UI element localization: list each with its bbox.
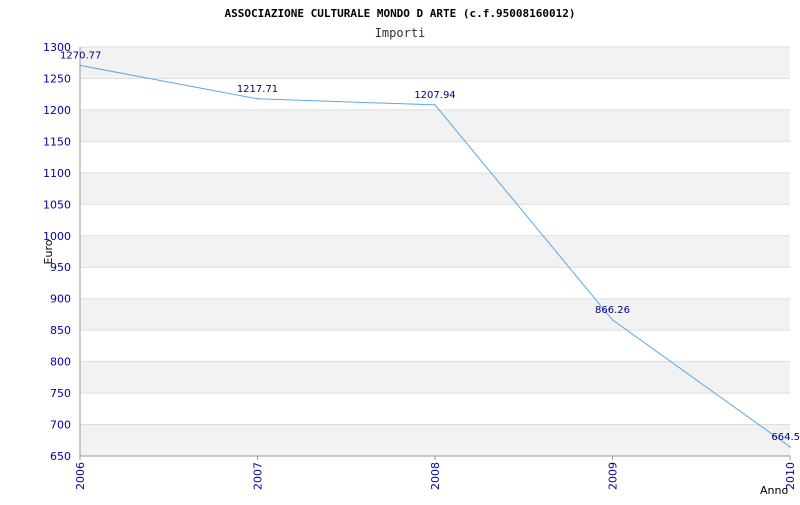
y-tick-label: 1200 <box>43 104 71 117</box>
grid-band <box>80 47 790 79</box>
data-label: 1207.94 <box>414 90 455 101</box>
y-axis-label: Euro <box>42 239 55 264</box>
grid-band <box>80 424 790 456</box>
y-tick-label: 800 <box>50 356 71 369</box>
data-label: 1270.77 <box>60 50 101 61</box>
grid-bands <box>80 47 790 456</box>
y-tick-label: 1250 <box>43 72 71 85</box>
y-tick-label: 900 <box>50 293 71 306</box>
x-tick-label: 2009 <box>607 462 620 490</box>
y-tick-label: 1100 <box>43 167 71 180</box>
grid-band <box>80 109 790 142</box>
x-tick-label: 2008 <box>429 462 442 490</box>
data-label: 1217.71 <box>237 84 278 95</box>
data-label: 866.26 <box>595 305 630 316</box>
x-tick-labels: 2006 2007 2008 2009 2010 <box>74 462 797 490</box>
data-point <box>611 319 614 321</box>
grid-band <box>80 172 790 205</box>
chart-title: ASSOCIAZIONE CULTURALE MONDO D ARTE (c.f… <box>225 7 576 20</box>
data-label: 664.5 <box>771 432 800 443</box>
grid-band <box>80 235 790 268</box>
y-tick-label: 750 <box>50 387 71 400</box>
y-tick-label: 1050 <box>43 198 71 211</box>
y-tick-label: 700 <box>50 419 71 432</box>
y-tick-label: 650 <box>50 450 71 463</box>
grid-band <box>80 298 790 331</box>
grid-band <box>80 361 790 394</box>
x-tick-label: 2007 <box>252 462 265 490</box>
chart-subtitle: Importi <box>375 26 426 40</box>
line-chart: 650 700 750 800 850 900 950 1000 1050 1100 1150 120… <box>0 0 800 500</box>
x-tick-label: 2006 <box>74 462 87 490</box>
data-point <box>256 97 259 100</box>
y-tick-label: 1150 <box>43 135 71 148</box>
y-tick-label: 850 <box>50 324 71 337</box>
chart-svg: 6507007508008509009501000105011001150120… <box>42 7 800 497</box>
data-point <box>434 104 436 106</box>
data-point <box>789 446 791 448</box>
data-point <box>79 64 81 67</box>
x-axis-label: Anno <box>760 484 788 497</box>
